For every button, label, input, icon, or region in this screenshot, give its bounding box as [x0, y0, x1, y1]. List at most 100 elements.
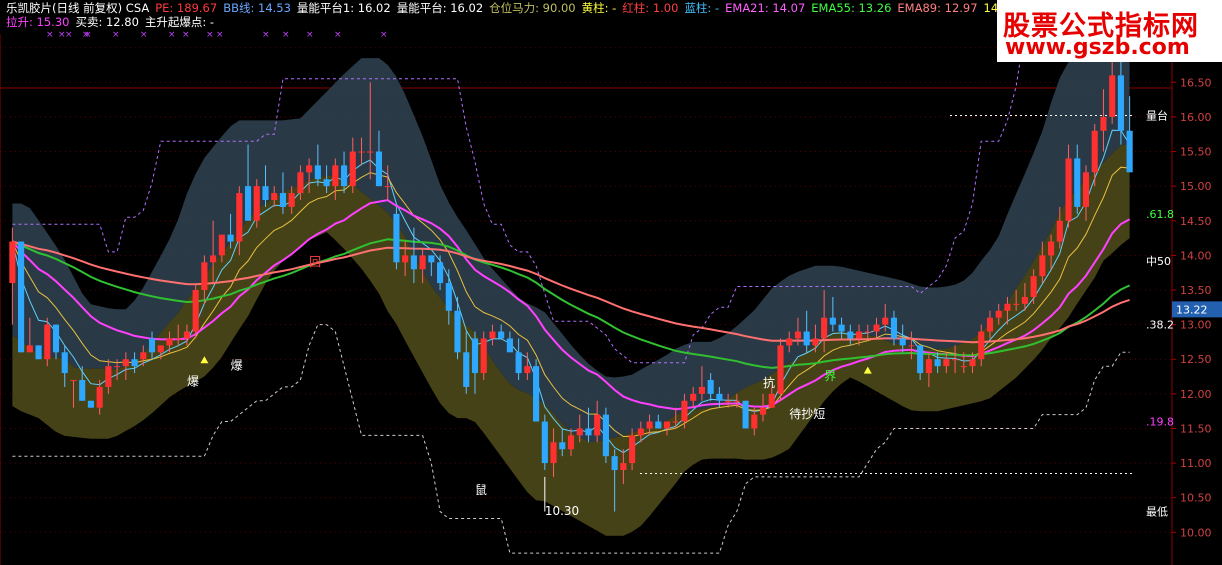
- y-tick-label: 12.00: [1180, 388, 1212, 401]
- candle-body: [279, 193, 287, 207]
- candle-body: [890, 317, 898, 339]
- candlestick-chart[interactable]: × × × ×× × × × × × × × × × × × 爆爆回鼠10.30抗待抄短界 10.0010.…: [0, 0, 1222, 565]
- candle-body: [821, 317, 828, 339]
- candle-body: [629, 435, 636, 464]
- candle-body: [340, 165, 348, 187]
- candle-body: [288, 193, 295, 207]
- right-level-label: .38.2: [1146, 319, 1174, 332]
- candle-body: [794, 331, 802, 339]
- candle-body: [908, 345, 915, 347]
- y-tick-label: 12.50: [1180, 353, 1212, 366]
- candle-body: [515, 352, 522, 374]
- candle-body: [1065, 158, 1072, 221]
- candle-body: [1100, 116, 1107, 131]
- candle-body: [602, 414, 609, 457]
- candle-body: [445, 283, 452, 311]
- header-field: EMA55: 13.26: [811, 1, 892, 15]
- header-field: 仓位马力: 90.00: [489, 1, 576, 15]
- signal-cross-marker: ×: [216, 30, 224, 40]
- candle: [44, 317, 51, 367]
- candle: [777, 338, 784, 401]
- watermark-url: www.gszb.com: [1005, 35, 1190, 60]
- chart-annotation: 抗: [763, 375, 775, 390]
- candle-body: [157, 345, 164, 353]
- chart-stage: × × × × × × × × × × × × × × × × 爆爆回鼠 10.30 抗待抄短界 10.00 10.…: [0, 0, 1222, 565]
- signal-cross-marker: ×: [46, 30, 54, 40]
- candle-body: [9, 241, 16, 284]
- candle-body: [375, 151, 383, 187]
- candle: [602, 407, 609, 464]
- header-field: EMA21: 14.07: [725, 1, 806, 15]
- candle-body: [690, 393, 697, 401]
- y-tick-label: 16.50: [1180, 76, 1212, 89]
- candle-body: [402, 255, 409, 263]
- header-field: 量能平台: 16.02: [396, 1, 484, 15]
- candle-body: [786, 338, 793, 346]
- candle-body: [812, 338, 819, 346]
- candle-body: [969, 359, 976, 367]
- signal-cross-marker: ×: [262, 30, 270, 40]
- signal-cross-marker: ×: [65, 30, 73, 40]
- right-level-label: 中50: [1146, 255, 1171, 268]
- candle-body: [1030, 276, 1037, 297]
- candle-body: [105, 366, 112, 387]
- candle: [192, 283, 199, 339]
- signal-cross-marker: ×: [140, 30, 148, 40]
- right-level-label: 量台: [1146, 109, 1168, 123]
- candle-body: [1048, 241, 1055, 256]
- candle-body: [384, 186, 391, 188]
- candle-body: [672, 421, 679, 423]
- candle: [393, 206, 400, 270]
- candle-body: [18, 241, 25, 353]
- candle-body: [314, 165, 321, 180]
- candle: [18, 241, 25, 353]
- candle-body: [585, 428, 592, 436]
- signal-cross-marker: ×: [334, 30, 342, 40]
- candle-body: [131, 359, 138, 367]
- candle-body: [480, 338, 487, 374]
- candle-body: [52, 324, 60, 353]
- candle-body: [70, 380, 77, 381]
- candle-body: [367, 151, 374, 153]
- candle-body: [864, 331, 871, 333]
- candle-body: [978, 331, 985, 360]
- candle-body: [995, 310, 1002, 318]
- candle-body: [803, 331, 810, 346]
- candle-body: [829, 317, 836, 325]
- candle-body: [44, 324, 51, 360]
- candle-body: [1126, 130, 1133, 173]
- chart-annotation: 回: [309, 255, 321, 269]
- candle-body: [751, 414, 758, 429]
- header-field: 拉升: 15.30: [6, 15, 70, 29]
- candle-body: [594, 414, 601, 436]
- candle-body: [253, 186, 260, 221]
- candle-body: [847, 331, 854, 339]
- candle-body: [541, 421, 548, 464]
- candle-body: [192, 290, 199, 332]
- candle-body: [707, 380, 714, 394]
- candle: [541, 414, 548, 470]
- candle-body: [567, 435, 575, 450]
- candle-body: [620, 463, 627, 470]
- chart-annotation: 界: [824, 369, 836, 383]
- candle-body: [419, 255, 426, 270]
- candle-body: [140, 352, 147, 360]
- right-level-label: .61.8: [1146, 208, 1174, 221]
- y-tick-label: 14.50: [1180, 215, 1212, 228]
- candle-body: [960, 366, 967, 368]
- candle-body: [428, 255, 435, 263]
- candle-body: [183, 331, 190, 339]
- candle-body: [655, 421, 662, 429]
- candle-body: [262, 186, 269, 200]
- candle-body: [114, 366, 121, 368]
- header-field: BB线: 14.53: [223, 1, 291, 15]
- candle-body: [698, 386, 705, 394]
- signal-cross-marker: ×: [112, 30, 120, 40]
- header-field: 买卖: 12.80: [75, 15, 139, 29]
- candle-body: [358, 151, 365, 153]
- candle-body: [148, 338, 156, 353]
- candle-body: [87, 400, 94, 408]
- candle-body: [1056, 220, 1063, 242]
- candle-body: [550, 442, 557, 464]
- candle-body: [489, 331, 496, 339]
